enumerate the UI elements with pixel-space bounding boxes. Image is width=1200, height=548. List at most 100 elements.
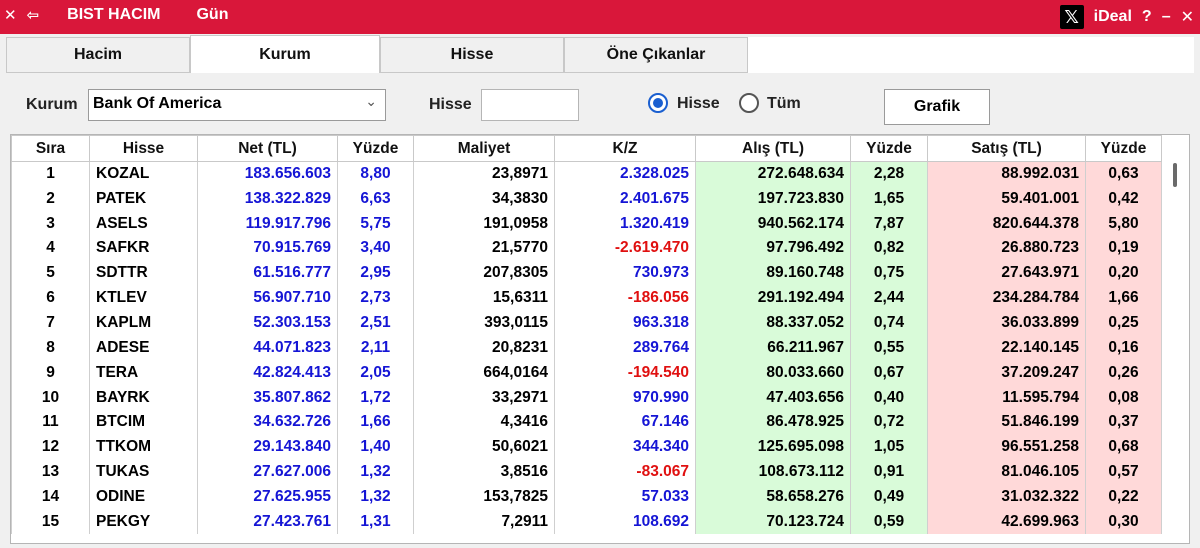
close-window-button[interactable]: ✕: [1181, 7, 1194, 27]
table-cell: 0,49: [850, 484, 928, 510]
col-maliyet[interactable]: Maliyet: [413, 135, 555, 162]
tab-hacim[interactable]: Hacim: [6, 37, 190, 73]
scroll-thumb[interactable]: [1173, 163, 1177, 187]
table-row[interactable]: 10 BAYRK 35.807.862 1,72 33,2971 970.990 47.40…: [11, 385, 1162, 410]
table-cell: 70.123.724: [695, 509, 851, 535]
table-row[interactable]: 12 TTKOM 29.143.840 1,40 50,6021 344.340 125.6…: [11, 434, 1162, 460]
table-cell: -2.619.470: [554, 236, 696, 261]
table-cell: KOZAL: [89, 161, 198, 187]
table-cell: -186.056: [554, 285, 696, 311]
tab-hisse[interactable]: Hisse: [380, 37, 564, 73]
table-row[interactable]: 14 ODINE 27.625.955 1,32 153,7825 57.033 58.65…: [11, 484, 1162, 510]
table-cell: 97.796.492: [695, 236, 851, 261]
col-satis-yuzde[interactable]: Yüzde: [1085, 135, 1162, 162]
table-cell: 47.403.656: [695, 385, 851, 410]
table-cell: 2,51: [337, 310, 414, 336]
hisse-label: Hisse: [429, 96, 472, 113]
table-cell: 0,91: [850, 459, 928, 485]
table-cell: 42.699.963: [927, 509, 1086, 535]
table-cell: 0,82: [850, 236, 928, 261]
radio-tum-label[interactable]: Tüm: [767, 95, 801, 113]
table-cell: 1: [11, 161, 90, 187]
table-cell: 5,80: [1085, 211, 1162, 237]
col-sira[interactable]: Sıra: [11, 135, 90, 162]
table-row[interactable]: 5 SDTTR 61.516.777 2,95 207,8305 730.973 89.16…: [11, 260, 1162, 286]
table-row[interactable]: 8 ADESE 44.071.823 2,11 20,8231 289.764 66.211…: [11, 335, 1162, 361]
x-logo-icon[interactable]: 𝕏: [1059, 5, 1084, 29]
close-icon[interactable]: ✕: [4, 6, 17, 24]
table-cell: BTCIM: [89, 409, 198, 435]
table-row[interactable]: 6 KTLEV 56.907.710 2,73 15,6311 -186.056 291.1…: [11, 285, 1162, 311]
table-cell: 940.562.174: [695, 211, 851, 237]
hisse-input[interactable]: [481, 89, 579, 121]
kurum-select-value: Bank Of America: [93, 95, 222, 112]
table-row[interactable]: 15 PEKGY 27.423.761 1,31 7,2911 108.692 70.123…: [11, 509, 1162, 535]
table-cell: 13: [11, 459, 90, 485]
table-cell: KAPLM: [89, 310, 198, 336]
table-cell: 70.915.769: [197, 236, 338, 261]
radio-hisse[interactable]: [648, 93, 668, 113]
radio-hisse-label[interactable]: Hisse: [677, 95, 720, 113]
period-label[interactable]: Gün: [196, 6, 228, 24]
col-yuzde[interactable]: Yüzde: [337, 135, 414, 162]
table-cell: 153,7825: [413, 484, 555, 510]
table-cell: 20,8231: [413, 335, 555, 361]
table-cell: 197.723.830: [695, 186, 851, 212]
table-cell: 0,59: [850, 509, 928, 535]
table-cell: 57.033: [554, 484, 696, 510]
kurum-select[interactable]: Bank Of America ⌄: [88, 89, 386, 121]
tab-bar: Hacim Kurum Hisse Öne Çıkanlar: [6, 35, 1194, 73]
tab-kurum[interactable]: Kurum: [190, 35, 380, 73]
table-cell: 108.692: [554, 509, 696, 535]
table-cell: 0,72: [850, 409, 928, 435]
table-cell: 291.192.494: [695, 285, 851, 311]
table-row[interactable]: 2 PATEK 138.322.829 6,63 34,3830 2.401.675 197…: [11, 186, 1162, 212]
minimize-button[interactable]: –: [1162, 8, 1171, 26]
table-row[interactable]: 11 BTCIM 34.632.726 1,66 4,3416 67.146 86.478.…: [11, 409, 1162, 435]
table-cell: 1,72: [337, 385, 414, 410]
table-cell: ADESE: [89, 335, 198, 361]
table-cell: KTLEV: [89, 285, 198, 311]
col-alis-yuzde[interactable]: Yüzde: [850, 135, 928, 162]
table-cell: 0,20: [1085, 260, 1162, 286]
table-cell: 344.340: [554, 434, 696, 460]
table-cell: -194.540: [554, 360, 696, 386]
table-cell: 664,0164: [413, 360, 555, 386]
table-row[interactable]: 4 SAFKR 70.915.769 3,40 21,5770 -2.619.470 97.…: [11, 236, 1162, 261]
table-cell: 0,42: [1085, 186, 1162, 212]
table-cell: 2,11: [337, 335, 414, 361]
table-cell: 36.033.899: [927, 310, 1086, 336]
col-net[interactable]: Net (TL): [197, 135, 338, 162]
table-cell: 0,75: [850, 260, 928, 286]
vertical-scrollbar[interactable]: [1167, 161, 1185, 541]
col-alis[interactable]: Alış (TL): [695, 135, 851, 162]
table-cell: 6,63: [337, 186, 414, 212]
back-arrow-icon[interactable]: ⇦: [27, 6, 40, 24]
table-cell: 50,6021: [413, 434, 555, 460]
grafik-button[interactable]: Grafik: [884, 89, 990, 125]
table-cell: 14: [11, 484, 90, 510]
table-row[interactable]: 9 TERA 42.824.413 2,05 664,0164 -194.540 80.03…: [11, 360, 1162, 386]
col-satis[interactable]: Satış (TL): [927, 135, 1086, 162]
table-cell: 119.917.796: [197, 211, 338, 237]
table-cell: 7,87: [850, 211, 928, 237]
col-hisse[interactable]: Hisse: [89, 135, 198, 162]
table-cell: 0,68: [1085, 434, 1162, 460]
table-cell: 5,75: [337, 211, 414, 237]
table-cell: 2,44: [850, 285, 928, 311]
table-cell: 59.401.001: [927, 186, 1086, 212]
table-row[interactable]: 7 KAPLM 52.303.153 2,51 393,0115 963.318 88.33…: [11, 310, 1162, 336]
table-cell: 5: [11, 260, 90, 286]
table-row[interactable]: 13 TUKAS 27.627.006 1,32 3,8516 -83.067 108.67…: [11, 459, 1162, 485]
radio-tum[interactable]: [739, 93, 759, 113]
tab-one-cikanlar[interactable]: Öne Çıkanlar: [564, 37, 748, 73]
table-cell: 0,67: [850, 360, 928, 386]
table-cell: 37.209.247: [927, 360, 1086, 386]
help-button[interactable]: ?: [1142, 8, 1152, 26]
table-cell: BAYRK: [89, 385, 198, 410]
table-row[interactable]: 3 ASELS 119.917.796 5,75 191,0958 1.320.419 94…: [11, 211, 1162, 237]
table-row[interactable]: 1 KOZAL 183.656.603 8,80 23,8971 2.328.025 272…: [11, 161, 1162, 187]
table-cell: 2,28: [850, 161, 928, 187]
col-kz[interactable]: K/Z: [554, 135, 696, 162]
table-cell: 88.337.052: [695, 310, 851, 336]
